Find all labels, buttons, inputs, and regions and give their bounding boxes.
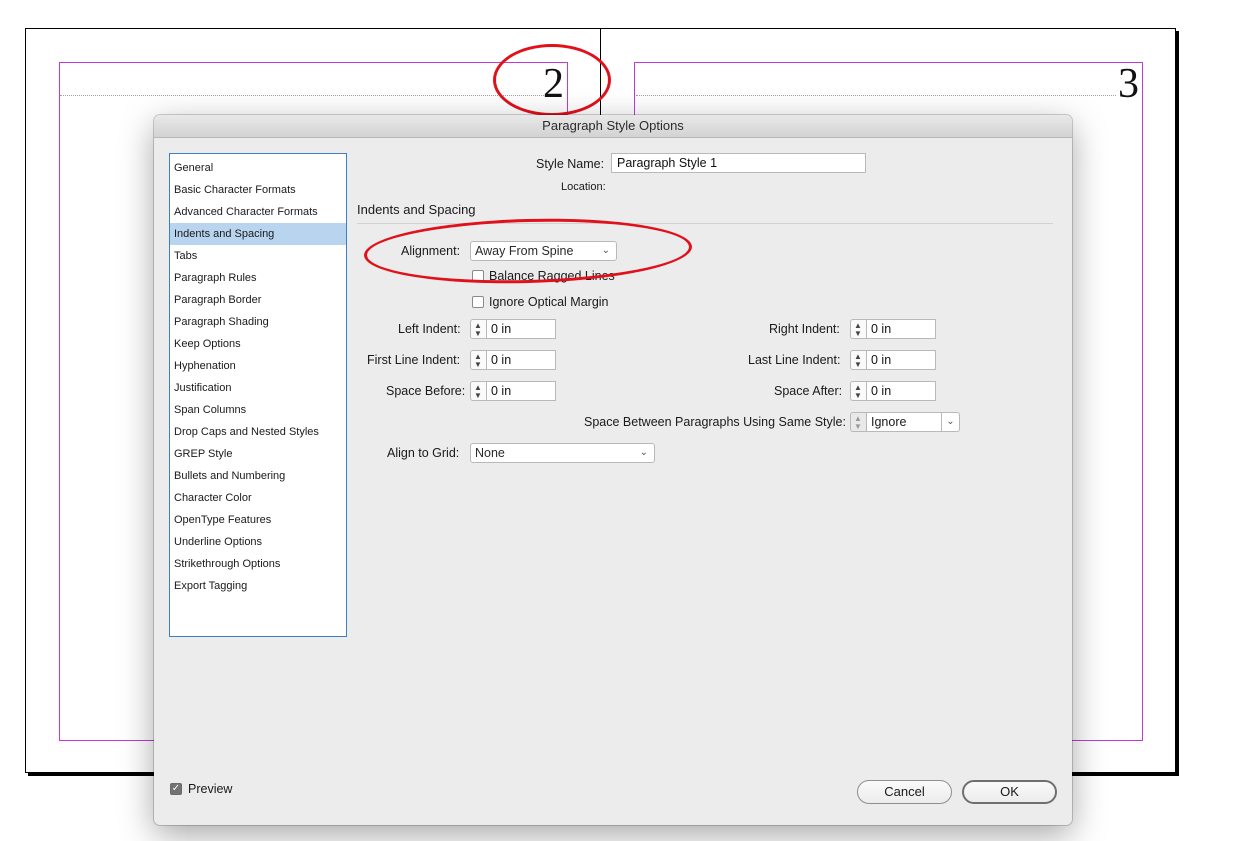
right-page-number: 3	[1118, 61, 1139, 107]
nav-item-tabs[interactable]: Tabs	[170, 245, 346, 267]
cancel-button[interactable]: Cancel	[857, 780, 952, 804]
stepper-arrows-icon[interactable]: ▲ ▼	[470, 319, 486, 339]
location-label: Location:	[561, 181, 606, 193]
align-to-grid-dropdown[interactable]: None ⌄	[470, 443, 655, 463]
nav-item-paragraph-rules[interactable]: Paragraph Rules	[170, 267, 346, 289]
nav-item-strikethrough-options[interactable]: Strikethrough Options	[170, 553, 346, 575]
stepper-arrows-icon[interactable]: ▲ ▼	[470, 381, 486, 401]
nav-item-paragraph-shading[interactable]: Paragraph Shading	[170, 311, 346, 333]
align-to-grid-value: None	[475, 446, 505, 460]
nav-item-bullets-and-numbering[interactable]: Bullets and Numbering	[170, 465, 346, 487]
nav-item-export-tagging[interactable]: Export Tagging	[170, 575, 346, 597]
right-indent-stepper[interactable]: ▲ ▼ 0 in	[850, 319, 936, 339]
stepper-arrows-icon[interactable]: ▲ ▼	[470, 350, 486, 370]
nav-item-indents-and-spacing[interactable]: Indents and Spacing	[170, 223, 346, 245]
ignore-optical-checkbox[interactable]	[472, 296, 484, 308]
last-line-indent-stepper[interactable]: ▲ ▼ 0 in	[850, 350, 936, 370]
first-line-indent-field[interactable]: 0 in	[486, 350, 556, 370]
space-after-field[interactable]: 0 in	[866, 381, 936, 401]
last-line-indent-field[interactable]: 0 in	[866, 350, 936, 370]
right-indent-field[interactable]: 0 in	[866, 319, 936, 339]
stepper-arrows-icon[interactable]: ▲ ▼	[850, 350, 866, 370]
space-before-field[interactable]: 0 in	[486, 381, 556, 401]
nav-item-span-columns[interactable]: Span Columns	[170, 399, 346, 421]
ignore-optical-label: Ignore Optical Margin	[489, 295, 609, 309]
space-between-field[interactable]: Ignore	[866, 412, 942, 432]
space-before-stepper[interactable]: ▲ ▼ 0 in	[470, 381, 556, 401]
stepper-arrows-icon[interactable]: ▲ ▼	[850, 319, 866, 339]
right-indent-label: Right Indent:	[769, 322, 840, 336]
preview-checkbox[interactable]: ✓	[170, 783, 182, 795]
section-title: Indents and Spacing	[357, 202, 476, 217]
nav-item-character-color[interactable]: Character Color	[170, 487, 346, 509]
first-line-indent-label: First Line Indent:	[367, 353, 461, 367]
last-line-indent-label: Last Line Indent:	[748, 353, 841, 367]
nav-item-opentype-features[interactable]: OpenType Features	[170, 509, 346, 531]
left-indent-stepper[interactable]: ▲ ▼ 0 in	[470, 319, 556, 339]
first-line-indent-stepper[interactable]: ▲ ▼ 0 in	[470, 350, 556, 370]
right-header-text-frame	[636, 95, 1116, 96]
nav-item-justification[interactable]: Justification	[170, 377, 346, 399]
nav-item-underline-options[interactable]: Underline Options	[170, 531, 346, 553]
style-name-label: Style Name:	[536, 157, 605, 171]
stepper-arrows-icon: ▲ ▼	[850, 412, 866, 432]
category-list: General Basic Character Formats Advanced C…	[169, 153, 347, 637]
chevron-down-icon: ⌄	[639, 447, 648, 458]
stepper-arrows-icon[interactable]: ▲ ▼	[850, 381, 866, 401]
preview-label: Preview	[188, 782, 233, 796]
nav-item-paragraph-border[interactable]: Paragraph Border	[170, 289, 346, 311]
left-header-text-frame	[60, 95, 548, 96]
nav-item-drop-caps-and-nested-styles[interactable]: Drop Caps and Nested Styles	[170, 421, 346, 443]
page-number-annotation-circle	[493, 44, 611, 116]
space-between-combo[interactable]: ▲ ▼ Ignore ⌄	[850, 412, 960, 432]
space-after-stepper[interactable]: ▲ ▼ 0 in	[850, 381, 936, 401]
left-indent-label: Left Indent:	[398, 322, 461, 336]
nav-item-hyphenation[interactable]: Hyphenation	[170, 355, 346, 377]
nav-item-advanced-character-formats[interactable]: Advanced Character Formats	[170, 201, 346, 223]
nav-item-grep-style[interactable]: GREP Style	[170, 443, 346, 465]
nav-item-general[interactable]: General	[170, 157, 346, 179]
space-between-label: Space Between Paragraphs Using Same Styl…	[584, 415, 846, 429]
nav-item-keep-options[interactable]: Keep Options	[170, 333, 346, 355]
nav-item-basic-character-formats[interactable]: Basic Character Formats	[170, 179, 346, 201]
left-indent-field[interactable]: 0 in	[486, 319, 556, 339]
align-to-grid-label: Align to Grid:	[387, 446, 460, 460]
dialog-title: Paragraph Style Options	[154, 115, 1072, 138]
ok-button[interactable]: OK	[962, 780, 1057, 804]
chevron-down-icon[interactable]: ⌄	[942, 412, 960, 432]
space-after-label: Space After:	[774, 384, 843, 398]
space-before-label: Space Before:	[386, 384, 466, 398]
style-name-field[interactable]: Paragraph Style 1	[611, 153, 866, 173]
